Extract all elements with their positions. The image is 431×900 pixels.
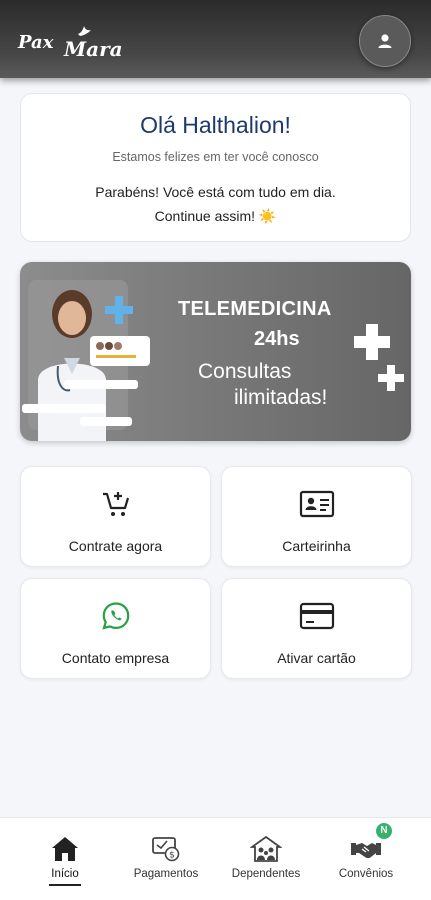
tile-label: Contato empresa xyxy=(61,650,170,666)
nav-dependents[interactable]: Dependentes xyxy=(216,818,316,900)
greeting-subtitle: Estamos felizes em ter você conosco xyxy=(112,150,319,164)
nav-label: Início xyxy=(51,868,79,880)
nav-agreements[interactable]: Convênios xyxy=(316,818,416,900)
payments-icon: $ xyxy=(152,837,180,862)
nav-label: Convênios xyxy=(338,868,394,880)
nav-payments[interactable]: $ Pagamentos xyxy=(116,818,216,900)
family-icon xyxy=(250,835,282,862)
banner-subtitle-line1: Consultas xyxy=(198,360,292,383)
handshake-icon xyxy=(351,843,381,859)
tile-label: Ativar cartão xyxy=(277,650,356,666)
active-indicator xyxy=(49,884,81,886)
banner-subtitle-line2: ilimitadas! xyxy=(234,386,328,409)
company-contact-button[interactable]: Contato empresa xyxy=(20,578,211,679)
credit-card-icon xyxy=(299,602,334,630)
greeting-title: Olá Halthalion! xyxy=(140,112,291,138)
large-plus-icon xyxy=(354,324,390,360)
status-message-line1: Parabéns! Você está com tudo em dia. xyxy=(95,184,336,200)
dove-icon xyxy=(78,26,91,36)
activate-card-button[interactable]: Ativar cartão xyxy=(221,578,412,679)
member-card-button[interactable]: Carteirinha xyxy=(221,466,412,567)
app-header: Pax Mara xyxy=(0,0,431,78)
new-badge: N xyxy=(376,823,392,839)
id-card-icon xyxy=(299,490,334,518)
svg-text:$: $ xyxy=(169,851,175,861)
home-icon xyxy=(52,837,78,861)
doctor-illustration xyxy=(22,280,150,441)
user-icon xyxy=(378,34,392,48)
logo-word-pax: Pax xyxy=(18,32,54,53)
nav-label: Dependentes xyxy=(231,868,301,880)
telemedicine-banner[interactable]: TELEMEDICINA 24hs Consultas ilimitadas! xyxy=(20,262,411,441)
tile-label: Carteirinha xyxy=(282,538,351,554)
whatsapp-icon xyxy=(101,602,129,630)
status-message-line2: Continue assim! ☀️ xyxy=(154,208,277,224)
banner-title: TELEMEDICINA xyxy=(178,298,332,320)
pax-mara-logo: Pax Mara xyxy=(18,24,128,64)
small-plus-icon xyxy=(378,365,404,391)
logo-word-mara: Mara xyxy=(64,37,123,61)
banner-hours: 24hs xyxy=(254,328,300,350)
bottom-navigation: Início $ Pagamentos Dependentes Convênio… xyxy=(0,817,431,900)
cart-plus-icon xyxy=(102,492,129,516)
nav-label: Pagamentos xyxy=(133,868,199,880)
nav-home[interactable]: Início xyxy=(15,818,115,900)
tile-label: Contrate agora xyxy=(68,538,163,554)
hire-now-button[interactable]: Contrate agora xyxy=(20,466,211,567)
profile-button[interactable] xyxy=(359,15,411,67)
greeting-card: Olá Halthalion! Estamos felizes em ter v… xyxy=(20,93,411,242)
